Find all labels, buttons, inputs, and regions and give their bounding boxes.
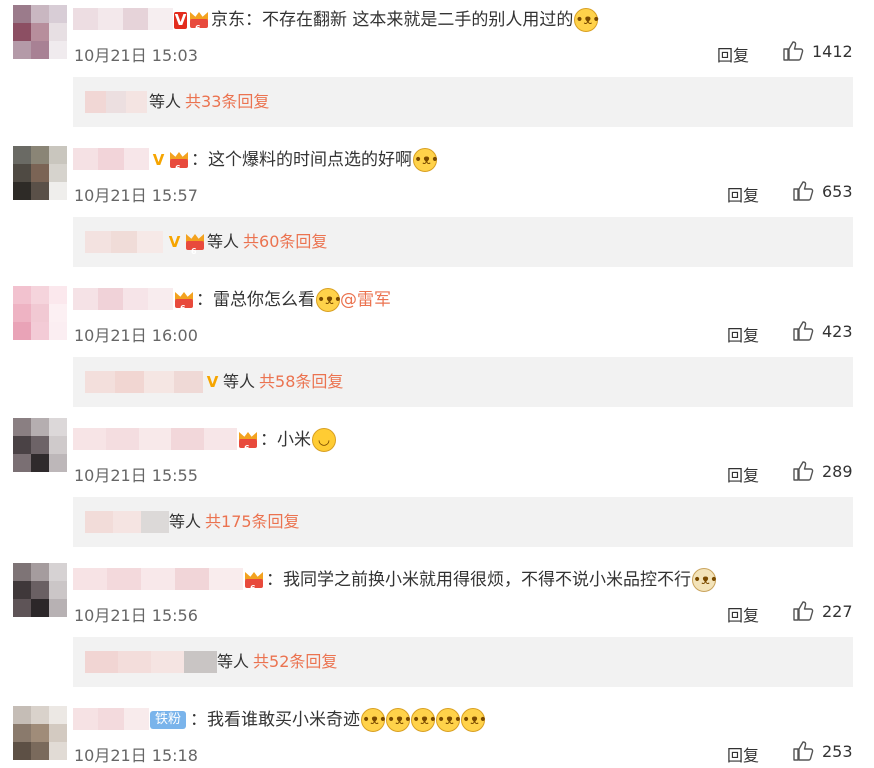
reply-button[interactable]: 回复 xyxy=(727,322,759,346)
like-count: 1412 xyxy=(812,41,853,61)
member-crown-icon: 6 xyxy=(185,233,205,256)
reply-users-blurred xyxy=(85,651,217,673)
replies-prefix: 等人 xyxy=(217,652,250,671)
member-crown-icon: 6 xyxy=(174,291,194,313)
comment-time: 10月21日 15:57 xyxy=(74,186,198,205)
member-crown-icon: 6 xyxy=(189,11,209,33)
like-button[interactable]: 1412 xyxy=(783,41,853,61)
comment-time: 10月21日 15:55 xyxy=(74,466,198,485)
username-blurred[interactable] xyxy=(73,288,173,310)
comment-text: 京东：不存在翻新 这本来就是二手的别人用过的 xyxy=(211,10,574,30)
avatar[interactable] xyxy=(13,286,67,340)
thumbs-up-icon xyxy=(793,601,814,621)
reply-users-blurred xyxy=(85,511,169,533)
doge-emoji-icon: •ᴥ• xyxy=(361,708,387,732)
username-blurred[interactable] xyxy=(73,8,173,30)
avatar[interactable] xyxy=(13,5,67,59)
thumbs-up-icon xyxy=(793,321,814,341)
username-blurred[interactable] xyxy=(73,708,149,730)
doge-emoji-icon: •ᴥ• xyxy=(386,708,412,732)
more-replies-link[interactable]: 共60条回复 xyxy=(243,230,327,254)
avatar[interactable] xyxy=(13,563,67,617)
replies-summary[interactable]: 等人 共52条回复 xyxy=(73,637,853,687)
more-replies-link[interactable]: 共52条回复 xyxy=(253,650,337,674)
like-button[interactable]: 227 xyxy=(793,601,853,621)
doge-emoji-icon: •ᴥ• xyxy=(411,708,437,732)
verified-icon: V xyxy=(206,372,219,391)
reply-button[interactable]: 回复 xyxy=(727,462,759,486)
member-crown-icon: 6 xyxy=(169,151,189,173)
reply-button[interactable]: 回复 xyxy=(727,742,759,766)
thumbs-up-icon xyxy=(793,181,814,201)
reply-button[interactable]: 回复 xyxy=(727,602,759,626)
replies-prefix: 等人 xyxy=(223,372,256,391)
comment-text: ：小米 xyxy=(260,430,311,450)
thumbs-up-icon xyxy=(793,741,814,761)
comment-time: 10月21日 15:03 xyxy=(74,46,198,65)
like-button[interactable]: 423 xyxy=(793,321,853,341)
doge-emoji-icon: •ᴥ• xyxy=(436,708,462,732)
mention-link[interactable]: @雷军 xyxy=(340,289,391,311)
like-count: 653 xyxy=(822,181,853,201)
avatar[interactable] xyxy=(13,418,67,472)
like-button[interactable]: 653 xyxy=(793,181,853,201)
replies-summary[interactable]: 等人 共175条回复 xyxy=(73,497,853,547)
like-count: 253 xyxy=(822,741,853,761)
replies-prefix: 等人 xyxy=(169,512,202,531)
avatar[interactable] xyxy=(13,706,67,760)
replies-prefix: 等人 xyxy=(149,92,182,111)
replies-summary[interactable]: V 6 等人 共60条回复 xyxy=(73,217,853,267)
smile-emoji-icon: ◡ xyxy=(312,428,336,452)
like-button[interactable]: 253 xyxy=(793,741,853,761)
like-count: 289 xyxy=(822,461,853,481)
avatar[interactable] xyxy=(13,146,67,200)
fan-badge: 铁粉 xyxy=(150,711,187,729)
doge-emoji-icon: •ᴥ• xyxy=(413,148,439,172)
username-blurred[interactable] xyxy=(73,148,149,170)
replies-summary[interactable]: V 等人 共58条回复 xyxy=(73,357,853,407)
doge-emoji-icon: •ᴥ• xyxy=(316,288,342,312)
comment-time: 10月21日 15:18 xyxy=(74,746,198,765)
verified-icon: V xyxy=(174,10,187,29)
comment-text: ：我同学之前换小米就用得很烦，不得不说小米品控不行 xyxy=(266,570,691,590)
thumbs-up-icon xyxy=(783,41,804,61)
reply-button[interactable]: 回复 xyxy=(727,182,759,206)
verified-icon: V xyxy=(168,232,181,251)
comment-text: ：这个爆料的时间点选的好啊 xyxy=(191,150,412,170)
doge-emoji-icon: •ᴥ• xyxy=(692,568,718,592)
replies-summary[interactable]: 等人 共33条回复 xyxy=(73,77,853,127)
comment-text: ：我看谁敢买小米奇迹 xyxy=(190,710,361,730)
comment-time: 10月21日 16:00 xyxy=(74,326,198,345)
doge-emoji-icon: •ᴥ• xyxy=(461,708,487,732)
more-replies-link[interactable]: 共58条回复 xyxy=(259,370,343,394)
reply-users-blurred xyxy=(85,231,163,253)
like-count: 227 xyxy=(822,601,853,621)
doge-emoji-icon: •ᴥ• xyxy=(574,8,600,32)
verified-icon: V xyxy=(152,150,165,169)
comment-text: ：雷总你怎么看 xyxy=(196,290,315,310)
member-crown-icon: 6 xyxy=(238,431,258,453)
more-replies-link[interactable]: 共175条回复 xyxy=(205,510,300,534)
username-blurred[interactable] xyxy=(73,428,237,450)
reply-users-blurred xyxy=(85,371,203,393)
more-replies-link[interactable]: 共33条回复 xyxy=(185,90,269,114)
reply-users-blurred xyxy=(85,91,148,113)
thumbs-up-icon xyxy=(793,461,814,481)
member-crown-icon: 6 xyxy=(244,571,264,593)
username-blurred[interactable] xyxy=(73,568,243,590)
like-count: 423 xyxy=(822,321,853,341)
comment-time: 10月21日 15:56 xyxy=(74,606,198,625)
like-button[interactable]: 289 xyxy=(793,461,853,481)
replies-prefix: 等人 xyxy=(207,232,240,251)
reply-button[interactable]: 回复 xyxy=(717,42,749,66)
